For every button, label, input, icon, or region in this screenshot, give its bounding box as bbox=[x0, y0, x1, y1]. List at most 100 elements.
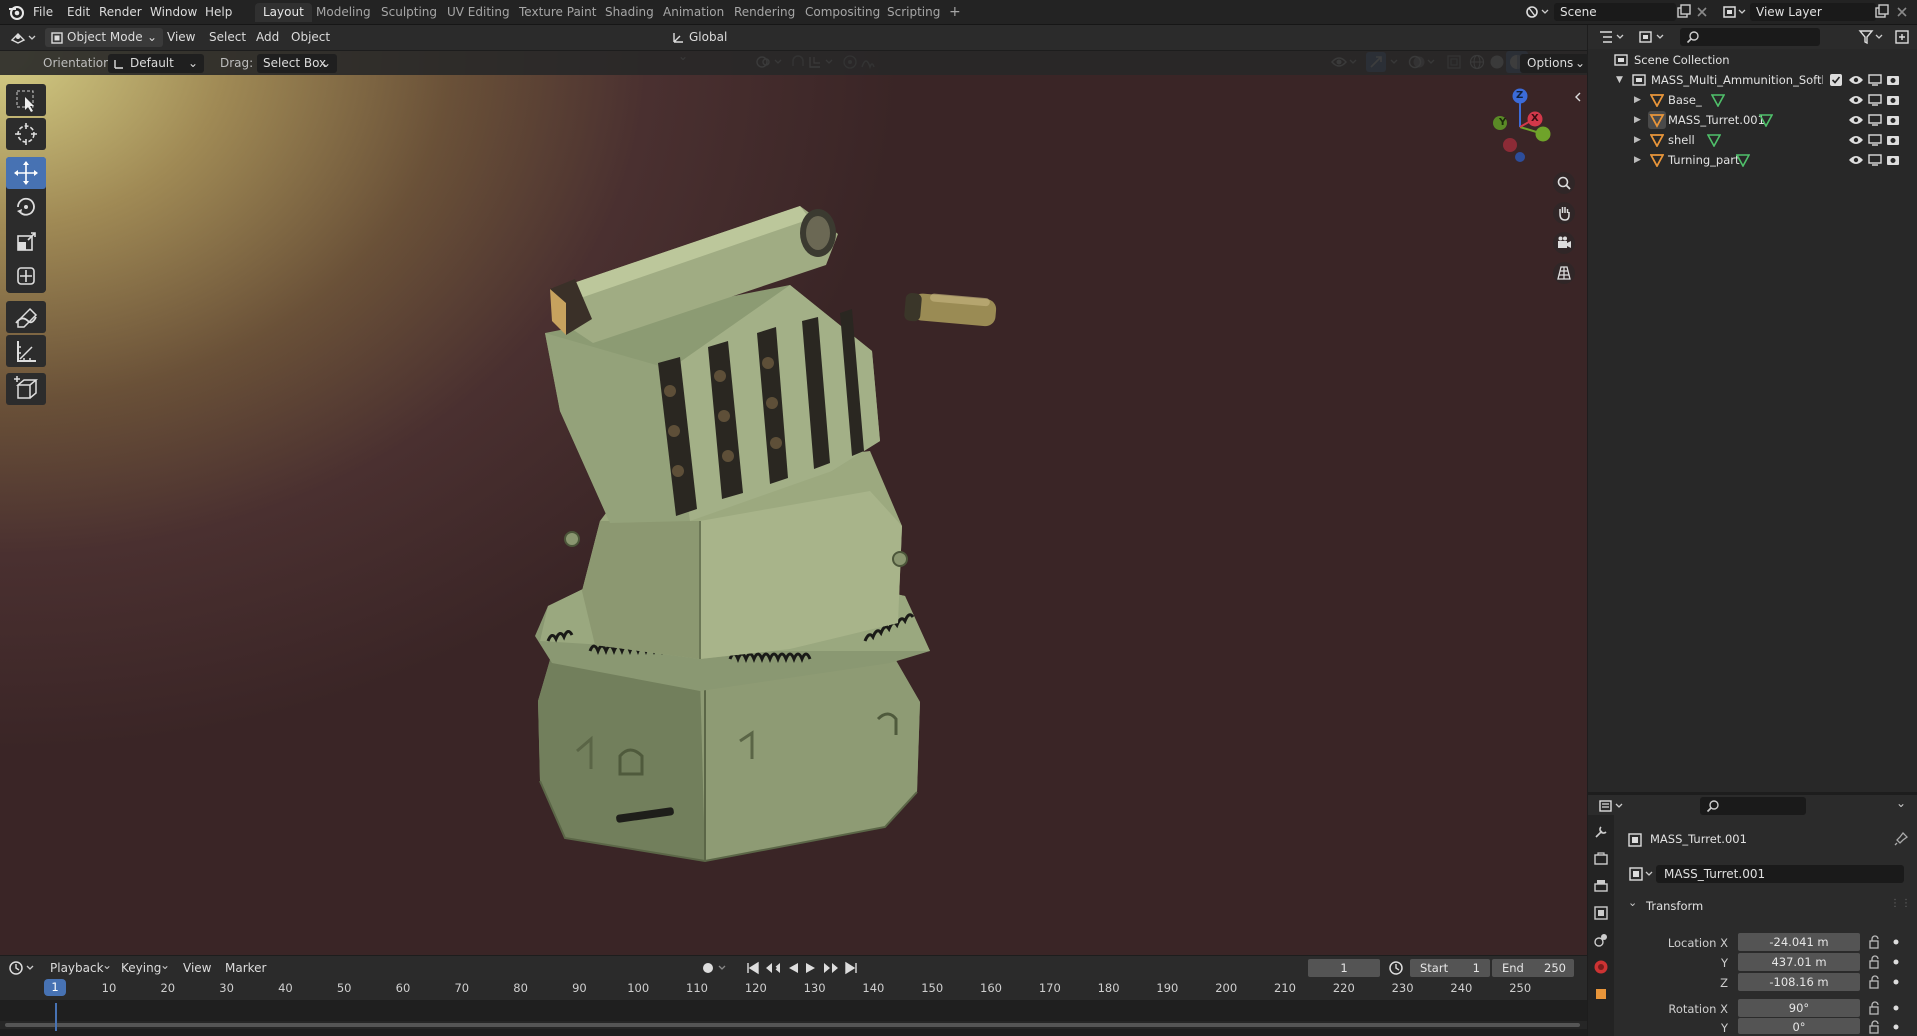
jump-end-icon[interactable] bbox=[844, 960, 858, 976]
camera-icon[interactable] bbox=[1886, 113, 1900, 127]
jump-keyframe-back-icon[interactable] bbox=[764, 960, 782, 976]
add-cube-tool[interactable] bbox=[6, 373, 46, 405]
transform-orientation-dropdown[interactable]: Global ⌄ bbox=[672, 28, 747, 63]
outliner[interactable]: Scene Collection ▼ MASS_Multi_Ammunition… bbox=[1588, 25, 1917, 792]
menu-file[interactable]: File bbox=[33, 0, 53, 24]
scene-tab-icon[interactable] bbox=[1593, 932, 1609, 948]
menu-select[interactable]: Select bbox=[209, 28, 246, 47]
tool-tab-icon[interactable] bbox=[1593, 824, 1609, 840]
menu-render[interactable]: Render bbox=[99, 0, 142, 24]
location-x-field[interactable]: -24.041 m bbox=[1738, 933, 1860, 951]
play-reverse-icon[interactable] bbox=[786, 960, 800, 976]
tab-texture-paint[interactable]: Texture Paint bbox=[511, 3, 604, 22]
end-frame-field[interactable]: End 250 bbox=[1492, 959, 1574, 977]
measure-tool[interactable] bbox=[6, 335, 46, 367]
camera-icon[interactable] bbox=[1886, 133, 1900, 147]
transform-panel-header[interactable]: ⌄ Transform ⋮⋮ bbox=[1620, 896, 1912, 916]
outliner-row-collection[interactable]: ▼ MASS_Multi_Ammunition_Softkill_Sy bbox=[1588, 70, 1917, 90]
pan-hand-icon[interactable] bbox=[1552, 201, 1576, 225]
monitor-icon[interactable] bbox=[1868, 113, 1882, 127]
expand-arrow-icon[interactable]: ▼ bbox=[1616, 70, 1623, 90]
zoom-icon[interactable] bbox=[1552, 171, 1576, 195]
rotation-y-field[interactable]: 0° bbox=[1738, 1018, 1860, 1034]
monitor-icon[interactable] bbox=[1868, 153, 1882, 167]
view-layer-tab-icon[interactable] bbox=[1593, 905, 1609, 921]
camera-view-icon[interactable] bbox=[1552, 231, 1576, 255]
timeline-editor-type-icon[interactable] bbox=[8, 960, 38, 976]
expand-arrow-icon[interactable]: ▶ bbox=[1634, 90, 1641, 110]
delete-view-layer-icon[interactable] bbox=[1894, 4, 1910, 20]
move-tool[interactable] bbox=[6, 157, 46, 189]
start-frame-field[interactable]: Start 1 bbox=[1410, 959, 1490, 977]
drag-dropdown[interactable]: Select Box ⌄ bbox=[257, 54, 337, 73]
lock-icon[interactable] bbox=[1868, 955, 1882, 969]
eye-icon[interactable] bbox=[1848, 73, 1864, 87]
filter-icon[interactable] bbox=[1858, 29, 1888, 45]
rotate-tool[interactable] bbox=[6, 191, 46, 223]
menu-marker[interactable]: Marker bbox=[225, 959, 266, 978]
drag-handle-icon[interactable]: ⋮⋮ bbox=[1890, 898, 1912, 909]
tab-compositing[interactable]: Compositing bbox=[797, 3, 888, 22]
add-workspace-button[interactable]: + bbox=[941, 3, 969, 22]
tab-animation[interactable]: Animation bbox=[655, 3, 732, 22]
camera-icon[interactable] bbox=[1886, 93, 1900, 107]
output-tab-icon[interactable] bbox=[1593, 878, 1609, 894]
expand-arrow-icon[interactable]: ▶ bbox=[1634, 110, 1641, 130]
outliner-search-input[interactable] bbox=[1680, 28, 1820, 46]
keyframe-dot-icon[interactable] bbox=[1893, 979, 1899, 985]
object-datablock-icon[interactable] bbox=[1628, 866, 1658, 882]
scene-field[interactable]: Scene bbox=[1554, 3, 1676, 21]
new-collection-icon[interactable] bbox=[1894, 29, 1910, 45]
mode-dropdown[interactable]: Object Mode ⌄ bbox=[45, 28, 163, 47]
camera-icon[interactable] bbox=[1886, 73, 1900, 87]
keyframe-dot-icon[interactable] bbox=[1893, 939, 1899, 945]
outliner-row-object[interactable]: ▶ shell bbox=[1588, 130, 1917, 150]
chevron-down-icon[interactable]: ⌄ bbox=[1896, 796, 1906, 810]
menu-window[interactable]: Window bbox=[150, 0, 197, 24]
properties-editor-type-icon[interactable] bbox=[1598, 798, 1628, 814]
keyframe-dot-icon[interactable] bbox=[1893, 1005, 1899, 1011]
cursor-tool[interactable] bbox=[6, 118, 46, 150]
display-mode-icon[interactable] bbox=[1638, 29, 1668, 45]
annotate-tool[interactable] bbox=[6, 301, 46, 333]
outliner-row-object-selected[interactable]: ▶ MASS_Turret.001 bbox=[1588, 110, 1917, 130]
tab-uv-editing[interactable]: UV Editing bbox=[439, 3, 518, 22]
timeline[interactable]: Playback ⌄ Keying ⌄ View Marker 1 Start … bbox=[0, 956, 1587, 1036]
auto-keying-record-icon[interactable] bbox=[700, 960, 730, 976]
tab-shading[interactable]: Shading bbox=[597, 3, 662, 22]
mesh-data-icon[interactable] bbox=[1759, 113, 1773, 127]
preview-range-clock-icon[interactable] bbox=[1388, 960, 1404, 976]
blender-logo-icon[interactable] bbox=[7, 3, 25, 21]
outliner-editor-type-icon[interactable] bbox=[1598, 29, 1628, 45]
tab-layout[interactable]: Layout bbox=[255, 3, 312, 22]
sidebar-toggle-icon[interactable] bbox=[1573, 91, 1583, 103]
perspective-grid-icon[interactable] bbox=[1552, 261, 1576, 285]
location-y-field[interactable]: 437.01 m bbox=[1738, 953, 1860, 971]
object-name-field[interactable]: MASS_Turret.001 bbox=[1656, 865, 1904, 883]
mesh-data-icon[interactable] bbox=[1707, 133, 1721, 147]
menu-keying[interactable]: Keying bbox=[121, 959, 161, 978]
outliner-row-object[interactable]: ▶ Base_ bbox=[1588, 90, 1917, 110]
object-tab-icon[interactable] bbox=[1593, 986, 1609, 1002]
jump-keyframe-forward-icon[interactable] bbox=[822, 960, 840, 976]
tab-scripting[interactable]: Scripting bbox=[879, 3, 948, 22]
eye-icon[interactable] bbox=[1848, 133, 1864, 147]
copy-scene-icon[interactable] bbox=[1676, 4, 1692, 20]
transform-tool[interactable] bbox=[6, 260, 46, 292]
menu-add[interactable]: Add bbox=[256, 28, 279, 47]
expand-arrow-icon[interactable]: ▶ bbox=[1634, 150, 1641, 170]
lock-icon[interactable] bbox=[1868, 1001, 1882, 1015]
eye-icon[interactable] bbox=[1848, 93, 1864, 107]
monitor-icon[interactable] bbox=[1868, 73, 1882, 87]
mesh-data-icon[interactable] bbox=[1736, 153, 1750, 167]
view-layer-icon[interactable] bbox=[1722, 3, 1748, 21]
tab-modeling[interactable]: Modeling bbox=[308, 3, 379, 22]
exclude-checkbox[interactable] bbox=[1830, 74, 1842, 86]
jump-start-icon[interactable] bbox=[746, 960, 760, 976]
camera-icon[interactable] bbox=[1886, 153, 1900, 167]
properties-search-input[interactable] bbox=[1700, 797, 1806, 815]
keyframe-dot-icon[interactable] bbox=[1893, 959, 1899, 965]
menu-view[interactable]: View bbox=[183, 959, 211, 978]
monitor-icon[interactable] bbox=[1868, 93, 1882, 107]
mesh-data-icon[interactable] bbox=[1711, 93, 1725, 107]
